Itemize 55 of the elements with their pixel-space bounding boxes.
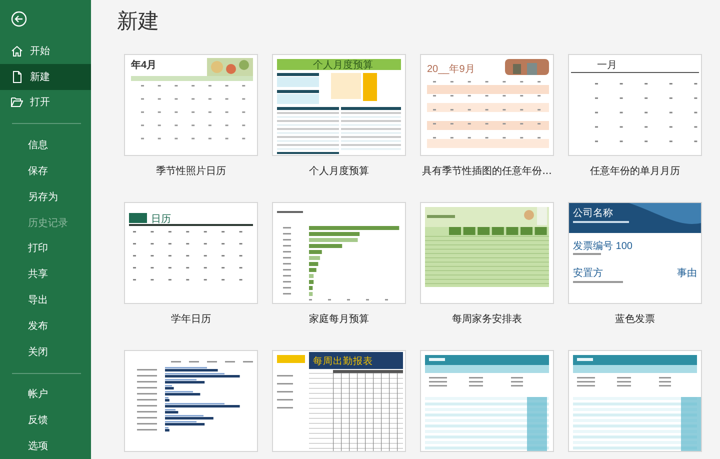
month-heading: 一月	[597, 60, 617, 71]
template-name: 季节性照片日历	[156, 164, 226, 178]
wave-shape	[629, 203, 701, 224]
template-name: 任意年份的单月月历	[590, 164, 680, 178]
sidebar-item[interactable]: 关闭	[0, 338, 91, 365]
sidebar-item[interactable]: 反馈	[0, 407, 91, 434]
calendar-heading: 日历	[151, 214, 171, 225]
sidebar-item[interactable]: 导出	[0, 287, 91, 313]
template-name: 学年日历	[171, 313, 211, 326]
invoice-number: 发票编号 100	[573, 241, 632, 252]
template-name: 家庭每月预算	[309, 312, 369, 326]
sidebar-item[interactable]: 新建	[0, 64, 91, 90]
back-icon[interactable]	[11, 11, 27, 27]
bill-to-heading: 安置方	[573, 268, 603, 279]
template-thumbnail[interactable]	[124, 350, 258, 452]
sidebar-item[interactable]: 发布	[0, 312, 91, 339]
sidebar-item[interactable]: 信息	[0, 132, 91, 158]
template-thumbnail[interactable]: 一月	[568, 54, 702, 156]
sheet-title: 每周出勤报表	[313, 356, 373, 367]
sidebar-item[interactable]: 打印	[0, 236, 91, 262]
home-icon	[11, 44, 23, 57]
date-line	[573, 253, 601, 255]
template-name: 蓝色发票	[615, 312, 655, 326]
address-line	[573, 221, 629, 223]
folder-icon	[11, 96, 23, 108]
template-thumbnail[interactable]: 公司名称 发票编号 100 安置方 事由	[568, 202, 702, 304]
template-name: 具有季节性插图的任意年份...	[422, 164, 552, 178]
company-name: 公司名称	[573, 208, 613, 219]
template-thumbnail[interactable]	[420, 202, 554, 304]
document-icon	[11, 70, 23, 83]
month-tab	[129, 213, 147, 223]
sidebar-item[interactable]: 打开	[0, 90, 91, 116]
sidebar-item[interactable]: 开始	[0, 38, 91, 64]
address-line	[573, 281, 623, 283]
template-thumbnail[interactable]: 每周出勤报表	[272, 350, 406, 452]
sidebar-item[interactable]: 另存为	[0, 184, 91, 210]
logo-block	[277, 355, 305, 363]
illustration-icon	[505, 59, 549, 75]
template-thumbnail[interactable]: 20__年9月	[420, 54, 554, 156]
subject-heading: 事由	[677, 268, 697, 279]
sidebar-item[interactable]: 保存	[0, 158, 91, 184]
month-heading: 20__年9月	[427, 64, 475, 75]
template-name: 每周家务安排表	[452, 312, 522, 326]
template-thumbnail[interactable]: 个人月度预算	[272, 54, 406, 156]
page-title: 新建	[117, 8, 160, 34]
sheet-title: 个人月度预算	[313, 60, 373, 71]
sidebar-item[interactable]: 共享	[0, 261, 91, 288]
photo-icon	[207, 58, 253, 76]
template-name: 个人月度预算	[309, 164, 369, 178]
sidebar-item[interactable]: 选项	[0, 433, 91, 459]
template-thumbnail[interactable]	[272, 202, 406, 304]
month-heading: 年4月	[131, 60, 157, 71]
template-thumbnail[interactable]: 日历	[124, 202, 258, 304]
sidebar-item[interactable]: 帐户	[0, 382, 91, 408]
template-thumbnail[interactable]: 年4月	[124, 54, 258, 156]
